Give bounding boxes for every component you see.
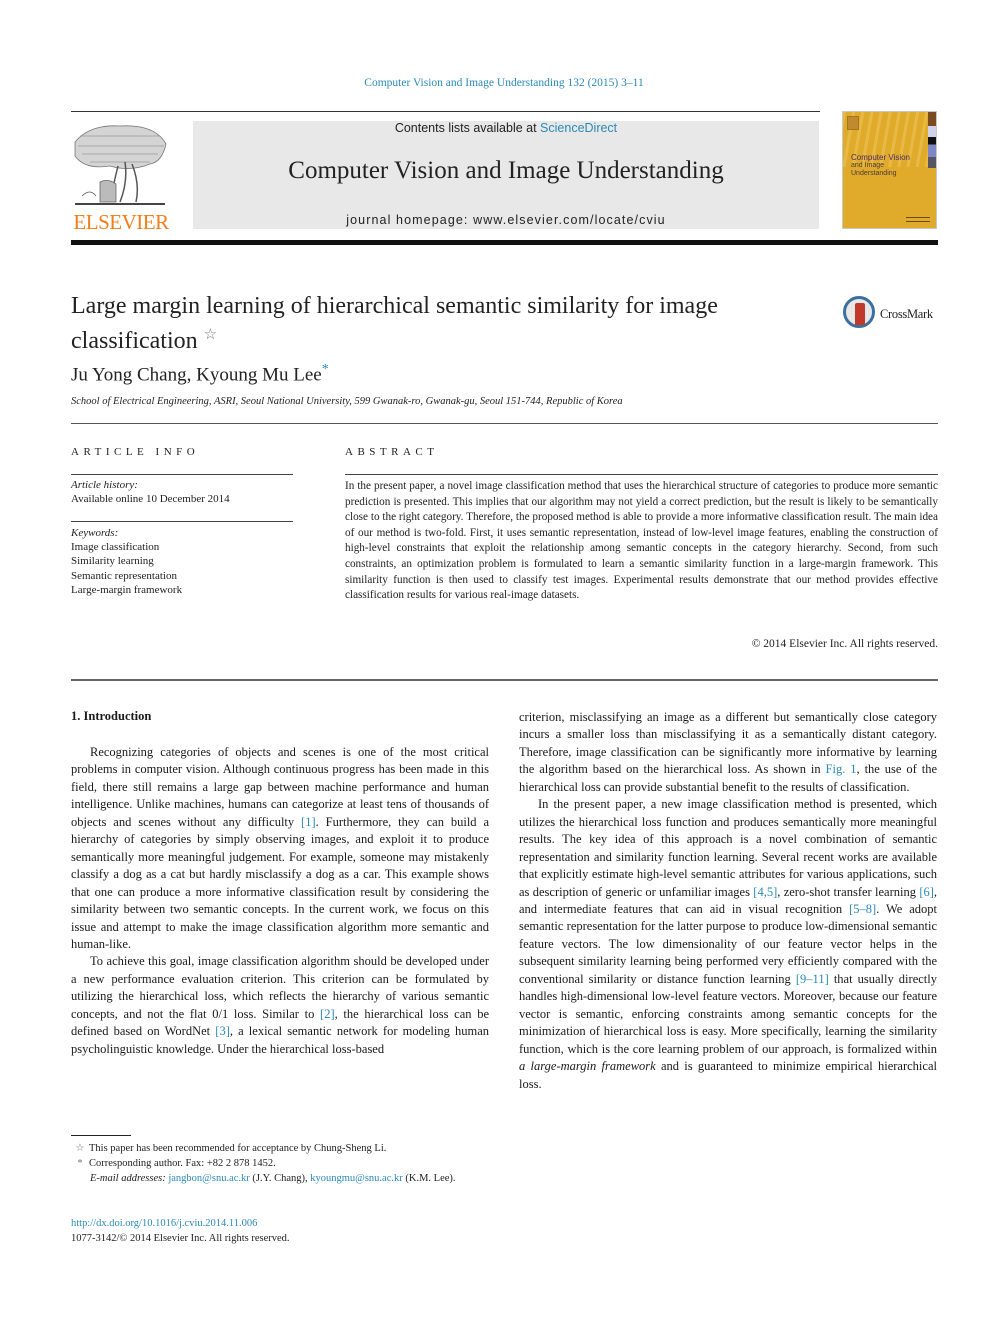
article-history: Article history: Available online 10 Dec… — [71, 478, 293, 506]
citation-link[interactable]: [1] — [301, 815, 316, 829]
citation-link[interactable]: [5–8] — [849, 902, 876, 916]
crossmark-ribbon — [855, 303, 865, 325]
citation-link[interactable]: [6] — [919, 885, 934, 899]
contents-prefix: Contents lists available at — [394, 121, 541, 135]
keyword-item: Semantic representation — [71, 569, 177, 582]
article-history-value: Available online 10 December 2014 — [71, 493, 230, 506]
doi-link[interactable]: http://dx.doi.org/10.1016/j.cviu.2014.11… — [71, 1218, 257, 1229]
cover-title-line: and Image — [851, 162, 885, 169]
footnotes: ☆ This paper has been recommended for acc… — [71, 1141, 489, 1186]
issn-copyright: 1077-3142/© 2014 Elsevier Inc. All right… — [71, 1233, 290, 1244]
article-title-text: Large margin learning of hierarchical se… — [71, 293, 718, 354]
header-thick-rule — [71, 240, 938, 245]
crossmark-button[interactable]: CrossMark — [843, 296, 943, 332]
journal-header-banner: Contents lists available at ScienceDirec… — [193, 121, 819, 229]
abstract-heading: ABSTRACT — [345, 446, 439, 458]
email-owner: (J.Y. Chang), — [249, 1173, 311, 1184]
figure-link[interactable]: Fig. 1 — [826, 762, 857, 776]
email-label: E-mail addresses: — [90, 1173, 166, 1184]
footnote-text: Corresponding author. Fax: +82 2 878 145… — [89, 1158, 276, 1169]
authors: Ju Yong Chang, Kyoung Mu Lee* — [71, 362, 329, 386]
citation-link[interactable]: [4,5] — [753, 885, 777, 899]
text: . Furthermore, they can build a hierarch… — [71, 814, 489, 951]
email-owner: (K.M. Lee). — [402, 1173, 456, 1184]
section-heading: 1. Introduction — [71, 709, 152, 723]
divider — [345, 474, 938, 475]
asterisk-icon: * — [77, 1158, 83, 1169]
paragraph: criterion, misclassifying an image as a … — [519, 709, 937, 796]
email-link[interactable]: kyoungmu@snu.ac.kr — [310, 1173, 403, 1184]
article-history-label: Article history: — [71, 479, 138, 491]
footnote-rule — [71, 1135, 131, 1136]
affiliation: School of Electrical Engineering, ASRI, … — [71, 396, 623, 407]
citation-link[interactable]: [3] — [215, 1024, 230, 1038]
abstract-text: In the present paper, a novel image clas… — [345, 480, 938, 602]
citation-link[interactable]: [2] — [320, 1007, 335, 1021]
sciencedirect-link[interactable]: ScienceDirect — [540, 121, 617, 135]
cover-title-line: Understanding — [851, 170, 897, 177]
journal-homepage[interactable]: journal homepage: www.elsevier.com/locat… — [193, 213, 819, 227]
divider — [71, 474, 293, 475]
author-names: Ju Yong Chang, Kyoung Mu Lee — [71, 364, 322, 386]
footnote-star: ☆ This paper has been recommended for acc… — [71, 1141, 489, 1156]
crossmark-label: CrossMark — [880, 307, 933, 321]
doi-block: http://dx.doi.org/10.1016/j.cviu.2014.11… — [71, 1216, 290, 1246]
body-column-right: criterion, misclassifying an image as a … — [519, 709, 937, 1093]
journal-cover-thumbnail[interactable]: Computer Vision and Image Understanding — [842, 111, 937, 229]
footnote-emails: E-mail addresses: jangbon@snu.ac.kr (J.Y… — [71, 1171, 489, 1186]
footnote-corresponding: * Corresponding author. Fax: +82 2 878 14… — [71, 1156, 489, 1171]
email-link[interactable]: jangbon@snu.ac.kr — [168, 1173, 249, 1184]
abstract-copyright: © 2014 Elsevier Inc. All rights reserved… — [751, 638, 938, 650]
divider — [71, 679, 938, 681]
keywords-label: Keywords: — [71, 527, 119, 539]
paragraph: To achieve this goal, image classificati… — [71, 953, 489, 1058]
article-info-heading: ARTICLE INFO — [71, 446, 200, 458]
journal-title: Computer Vision and Image Understanding — [288, 157, 724, 184]
text: In the present paper, a new image classi… — [519, 797, 937, 899]
footnote-text: This paper has been recommended for acce… — [89, 1143, 387, 1154]
keyword-item: Large-margin framework — [71, 583, 183, 596]
cover-publisher-logo — [847, 116, 859, 130]
cover-footer-mark — [906, 217, 930, 222]
header-rule — [71, 111, 820, 112]
article-title: Large margin learning of hierarchical se… — [71, 292, 811, 356]
cover-title-line: Computer Vision — [851, 153, 910, 162]
emphasis-text: a large-margin framework — [519, 1059, 656, 1074]
elsevier-tree-icon — [74, 125, 167, 205]
journal-reference-link[interactable]: Computer Vision and Image Understanding … — [0, 77, 992, 89]
text: , zero-shot transfer learning — [777, 884, 920, 899]
keyword-item: Similarity learning — [71, 555, 154, 568]
keywords: Keywords: Image classification Similarit… — [71, 526, 293, 597]
elsevier-wordmark: ELSEVIER — [73, 210, 169, 234]
elsevier-logo: ELSEVIER — [70, 122, 172, 234]
corresponding-author-mark[interactable]: * — [322, 362, 329, 377]
contents-line: Contents lists available at ScienceDirec… — [193, 121, 819, 135]
body-column-left: Recognizing categories of objects and sc… — [71, 744, 489, 1058]
star-icon: ☆ — [75, 1143, 85, 1154]
citation-link[interactable]: [9–11] — [796, 972, 829, 986]
divider — [71, 423, 938, 424]
cover-title: Computer Vision and Image Understanding — [851, 154, 931, 178]
paragraph: Recognizing categories of objects and sc… — [71, 744, 489, 953]
paragraph: In the present paper, a new image classi… — [519, 796, 937, 1093]
keyword-item: Image classification — [71, 541, 160, 554]
crossmark-icon — [843, 296, 875, 328]
title-footnote-star-icon[interactable]: ☆ — [204, 327, 217, 343]
divider — [71, 521, 293, 522]
